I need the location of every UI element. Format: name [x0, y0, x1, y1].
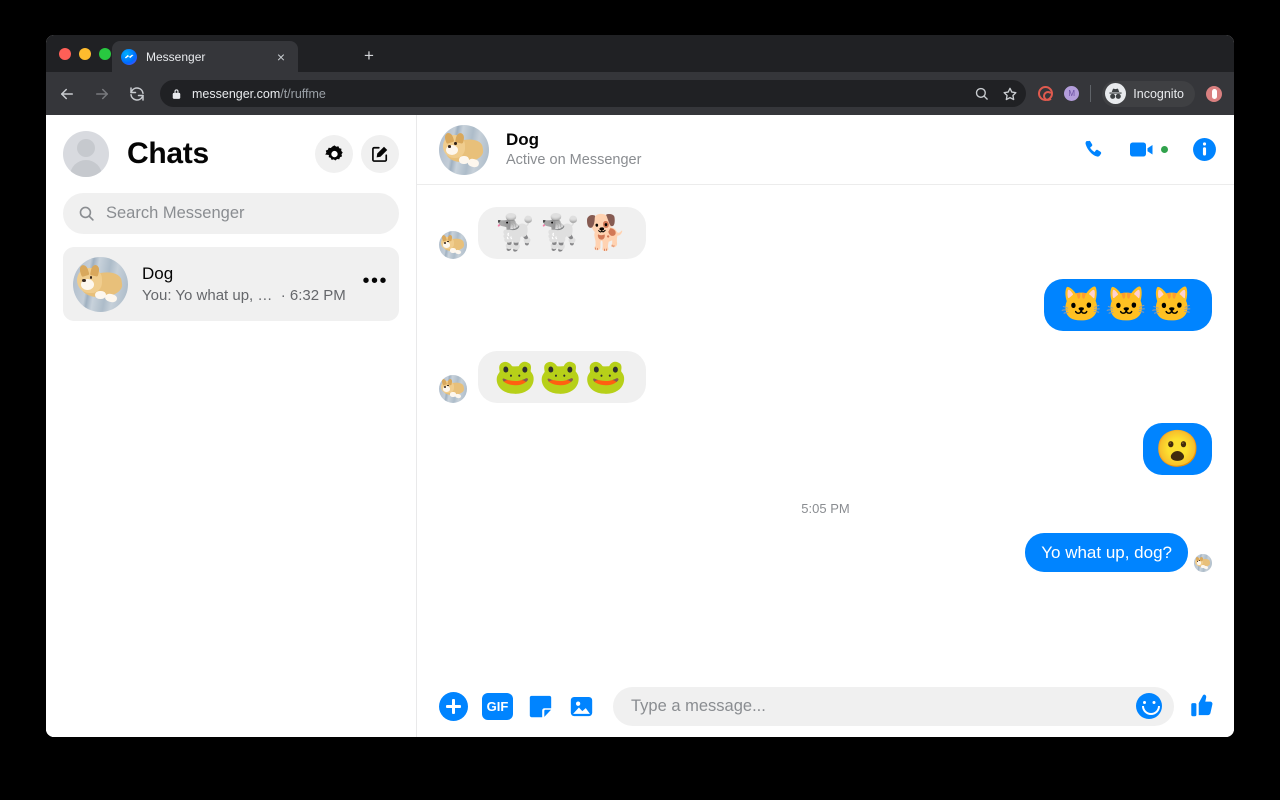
- forward-arrow-icon: [96, 88, 108, 99]
- minimize-window-button[interactable]: [79, 48, 91, 60]
- video-camera-icon: [1130, 142, 1153, 157]
- message-list: 🐩🐩🐕 🐱🐱🐱 🐸🐸🐸 😮 5:05 PM Yo what up, dog?: [417, 185, 1234, 675]
- address-bar[interactable]: messenger.com/t/ruffme: [160, 80, 1027, 107]
- timestamp-divider: 5:05 PM: [801, 501, 850, 516]
- emoji-picker-button[interactable]: [1136, 693, 1162, 719]
- read-receipt-avatar: [1194, 554, 1212, 572]
- voice-call-button[interactable]: [1081, 138, 1105, 162]
- conversation-info-button[interactable]: [1192, 137, 1217, 162]
- avatar: [439, 231, 467, 259]
- message-input[interactable]: [631, 696, 1136, 716]
- thumbs-up-icon: [1191, 694, 1213, 717]
- message-bubble[interactable]: 😮: [1143, 423, 1212, 475]
- tab-title: Messenger: [146, 49, 206, 64]
- thread-menu-button[interactable]: •••: [362, 271, 388, 292]
- swirl-extension-icon[interactable]: [1038, 86, 1054, 101]
- gif-button[interactable]: GIF: [482, 692, 513, 720]
- incognito-icon: [1105, 83, 1127, 104]
- message-bubble[interactable]: 🐩🐩🐕: [478, 207, 647, 259]
- toolbar-divider: [1090, 85, 1092, 102]
- avatar[interactable]: [63, 131, 109, 177]
- message-row: Yo what up, dog?: [439, 533, 1212, 572]
- sidebar-header: Chats: [63, 115, 399, 193]
- add-attachment-button[interactable]: [439, 691, 468, 721]
- close-icon[interactable]: ×: [273, 50, 289, 64]
- window-traffic-lights: [59, 48, 111, 60]
- gear-icon: [324, 144, 343, 161]
- photo-button[interactable]: [568, 693, 595, 720]
- message-composer: GIF: [417, 675, 1234, 737]
- video-call-button[interactable]: [1129, 140, 1168, 159]
- info-icon: [1193, 138, 1216, 161]
- like-button[interactable]: [1188, 692, 1216, 720]
- purple-extension-icon[interactable]: M: [1064, 86, 1080, 101]
- search-bar[interactable]: [63, 193, 399, 234]
- profile-icon[interactable]: [1206, 85, 1222, 102]
- status-badge: Active on Messenger: [506, 152, 642, 168]
- settings-button[interactable]: [315, 135, 353, 173]
- chats-sidebar: Chats Dog: [46, 115, 417, 737]
- message-row: 🐸🐸🐸: [439, 351, 1212, 403]
- message-bubble[interactable]: 🐱🐱🐱: [1043, 279, 1212, 331]
- sticker-icon: [529, 695, 552, 717]
- tab-strip: Messenger × +: [46, 35, 1234, 72]
- lock-icon: [172, 88, 181, 99]
- url-path: /t/ruffme: [280, 86, 326, 101]
- star-icon[interactable]: [1002, 86, 1018, 102]
- incognito-label: Incognito: [1133, 86, 1184, 101]
- message-bubble[interactable]: 🐸🐸🐸: [478, 351, 647, 403]
- avatar[interactable]: [439, 124, 489, 175]
- reload-icon[interactable]: [128, 85, 146, 103]
- message-bubble[interactable]: Yo what up, dog?: [1025, 533, 1188, 572]
- incognito-indicator[interactable]: Incognito: [1102, 80, 1195, 107]
- sidebar-item-dog[interactable]: Dog You: Yo what up, … · 6:32 PM •••: [63, 247, 399, 321]
- message-row: 🐩🐩🐕: [439, 207, 1212, 259]
- search-icon: [79, 206, 94, 221]
- phone-icon: [1085, 140, 1102, 157]
- avatar: [73, 256, 128, 312]
- close-window-button[interactable]: [59, 48, 71, 60]
- compose-icon: [372, 146, 388, 162]
- conversation-title: Dog: [506, 130, 540, 149]
- search-icon[interactable]: [974, 86, 989, 101]
- new-tab-button[interactable]: +: [364, 47, 374, 64]
- address-bar-url: messenger.com/t/ruffme: [192, 87, 326, 101]
- search-input[interactable]: [106, 204, 384, 223]
- thread-name: Dog: [142, 263, 174, 283]
- compose-button[interactable]: [361, 135, 399, 173]
- active-status-dot: [1161, 146, 1168, 153]
- messenger-app: Chats Dog: [46, 115, 1234, 737]
- url-host: messenger.com: [192, 86, 281, 101]
- page-title: Chats: [127, 137, 209, 170]
- thread-preview: You: Yo what up, … · 6:32 PM: [142, 285, 362, 306]
- message-row: 🐱🐱🐱: [439, 279, 1212, 331]
- browser-tab[interactable]: Messenger ×: [112, 41, 298, 72]
- conversation-header: Dog Active on Messenger: [417, 115, 1234, 185]
- conversation-pane: Dog Active on Messenger 🐩🐩🐕 🐱🐱🐱 🐸🐸🐸 😮 5:…: [417, 115, 1234, 737]
- thread-time: · 6:32 PM: [280, 286, 346, 304]
- message-input-wrapper[interactable]: [613, 686, 1174, 726]
- back-arrow-icon[interactable]: [58, 85, 76, 103]
- browser-window: Messenger × + messenger.com/t/ruffme M I…: [46, 35, 1234, 737]
- message-row: 😮: [439, 423, 1212, 475]
- avatar: [439, 375, 467, 403]
- sticker-button[interactable]: [527, 693, 554, 720]
- maximize-window-button[interactable]: [99, 48, 111, 60]
- browser-toolbar: messenger.com/t/ruffme M Incognito: [46, 72, 1234, 115]
- messenger-icon: [121, 48, 137, 65]
- photo-icon: [570, 696, 593, 716]
- thread-preview-text: You: Yo what up, …: [142, 286, 273, 304]
